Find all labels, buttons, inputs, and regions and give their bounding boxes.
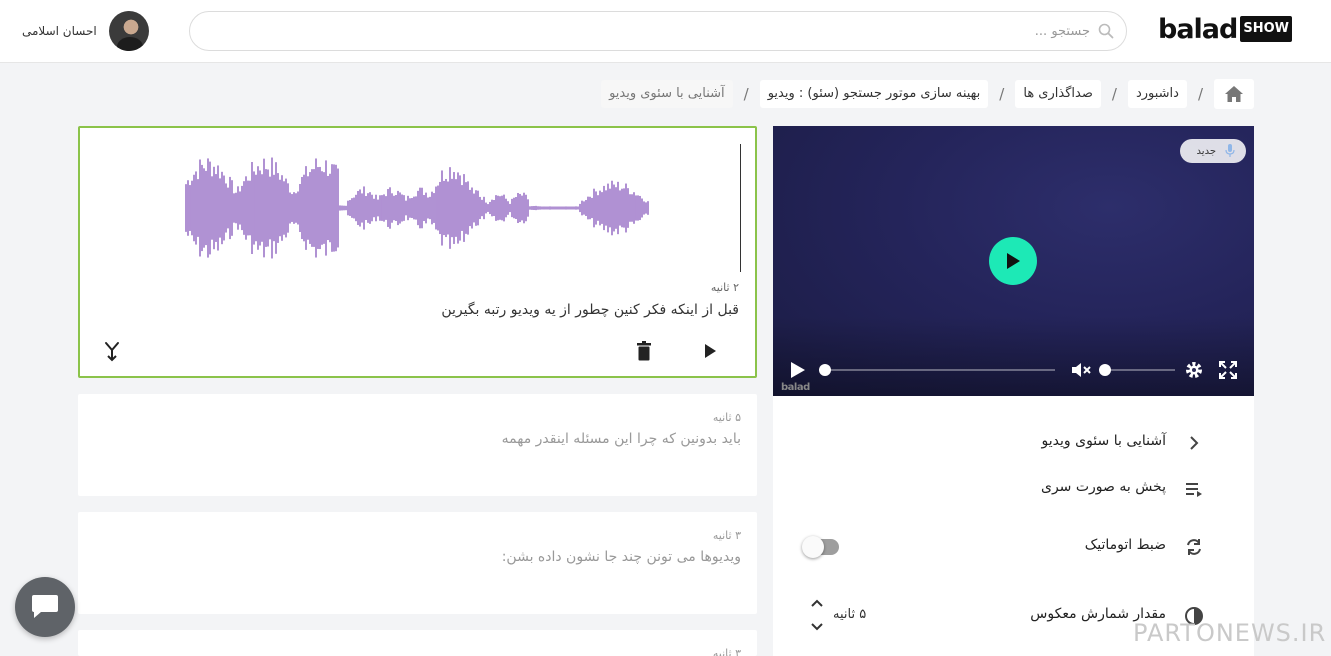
delete-button[interactable] [632,339,656,363]
audio-waveform[interactable] [180,148,700,268]
chevron-up-icon[interactable] [811,598,823,608]
chevron-down-icon[interactable] [811,622,823,632]
breadcrumb-separator: / [999,85,1005,103]
chat-icon [32,595,58,618]
badge-label: جدید [1196,145,1216,157]
segment-text: قبل از اینکه فکر کنین چطور از یه ویدیو ر… [441,302,739,318]
mic-icon [1225,144,1235,157]
user-menu[interactable]: احسان اسلامی [22,11,149,51]
fullscreen-icon[interactable] [1219,361,1237,379]
mute-icon[interactable] [1071,361,1093,379]
home-icon [1225,86,1243,102]
breadcrumb-item-dubbings[interactable]: صداگذاری ها [1015,80,1101,108]
serial-play-label[interactable]: پخش به صورت سری [1041,479,1166,495]
breadcrumb-separator: / [1111,85,1117,103]
header: احسان اسلامی balad SHOW [0,0,1331,63]
logo-badge: SHOW [1240,16,1292,42]
breadcrumb-item-current: آشنایی با سئوی ویدیو [601,80,733,108]
logo-text: balad [1158,13,1238,45]
segment-duration: ۲ ثانیه [710,281,739,294]
watermark: PARTONEWS.IR [1133,619,1327,647]
video-player[interactable]: جدید balad [773,126,1254,396]
segment-text: باید بدونین که چرا این مسئله اینقدر مهمه [501,431,741,447]
seek-bar[interactable] [819,364,1055,376]
sync-icon [1187,539,1201,555]
segment-card[interactable]: ۳ ثانیه [78,630,757,656]
video-controls [773,356,1254,384]
breadcrumb-separator: / [743,85,749,103]
segment-text: ویدیوها می تونن چند جا نشون داده بشن: [501,549,741,565]
segment-duration: ۵ ثانیه [712,411,741,424]
user-name: احسان اسلامی [22,24,97,38]
playlist-icon[interactable] [1184,479,1204,499]
new-badge: جدید [1180,139,1246,163]
search-icon[interactable] [1098,23,1114,39]
auto-record-toggle[interactable] [802,536,839,558]
breadcrumb-home[interactable] [1214,79,1254,109]
lesson-title[interactable]: آشنایی با سئوی ویدیو [1042,433,1166,449]
gear-icon[interactable] [1185,361,1203,379]
volume-slider[interactable] [1099,364,1175,376]
chevron-right-icon[interactable] [1184,433,1204,453]
breadcrumb: / داشبورد / صداگذاری ها / بهینه سازی موت… [601,79,1254,109]
toggle-knob [802,536,824,558]
playhead-line [740,144,741,272]
seek-knob[interactable] [819,364,831,376]
segment-card[interactable]: ۵ ثانیه باید بدونین که چرا این مسئله این… [78,394,757,496]
play-icon [1007,253,1020,269]
segment-card-active[interactable]: ۲ ثانیه قبل از اینکه فکر کنین چطور از یه… [78,126,757,378]
auto-record-label: ضبط اتوماتیک [1084,537,1166,553]
search-input[interactable] [210,12,1090,50]
search-box[interactable] [189,11,1127,51]
breadcrumb-item-dashboard[interactable]: داشبورد [1127,80,1187,108]
big-play-button[interactable] [989,237,1037,285]
countdown-value: ۵ ثانیه [833,607,867,622]
video-logo: balad [781,382,810,393]
breadcrumb-separator: / [1197,85,1203,103]
segment-card[interactable]: ۳ ثانیه ویدیوها می تونن چند جا نشون داده… [78,512,757,614]
segment-duration: ۳ ثانیه [712,647,741,656]
breadcrumb-item-course[interactable]: بهینه سازی موتور جستجو (سئو) : ویدیو [759,80,989,108]
play-icon [705,344,716,358]
chat-button[interactable] [15,577,75,637]
segment-duration: ۳ ثانیه [712,529,741,542]
avatar[interactable] [108,11,149,51]
settings-panel: آشنایی با سئوی ویدیو پخش به صورت سری ضبط… [773,396,1254,656]
logo[interactable]: balad SHOW [1158,13,1308,45]
play-icon[interactable] [790,361,806,379]
play-segment-button[interactable] [698,339,722,363]
trash-icon [637,341,651,361]
volume-knob[interactable] [1099,364,1111,376]
countdown-stepper[interactable] [807,596,827,636]
merge-icon [105,342,119,362]
merge-button[interactable] [100,339,124,363]
